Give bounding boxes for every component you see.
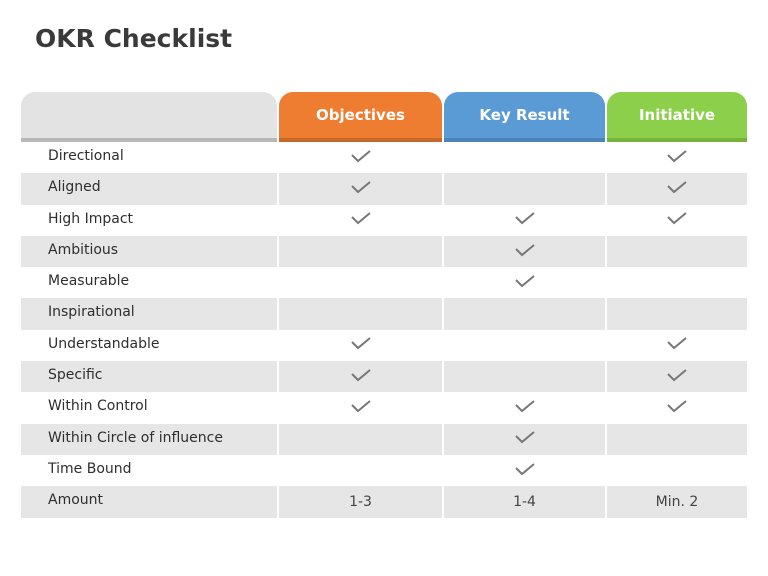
check-cell [444,173,607,205]
table-header: Objectives Key Result Initiative [21,92,747,142]
check-cell [279,454,444,487]
table-row: Aligned [21,173,747,205]
checkmark-icon [666,368,688,386]
row-label: Measurable [21,267,279,299]
table-row: Inspirational [21,298,747,330]
checkmark-icon [666,399,688,417]
row-label: Within Circle of influence [21,423,279,455]
header-initiative: Initiative [607,92,747,142]
check-cell [607,267,747,298]
checkmark-icon [350,368,372,386]
table-row: Within Circle of influence [21,423,747,455]
checkmark-icon [514,274,536,292]
check-cell [444,204,607,236]
check-cell [444,142,607,174]
check-cell [607,298,747,330]
check-cell [279,423,444,455]
checkmark-icon [350,180,372,198]
check-cell [444,329,607,362]
check-cell [607,173,747,205]
check-cell [444,392,607,424]
row-label: Ambitious [21,235,279,268]
check-cell [444,423,607,455]
check-cell [607,330,747,361]
checkmark-icon [514,430,536,448]
checkmark-icon [350,399,372,417]
check-cell [607,205,747,236]
amount-value: 1-3 [279,486,444,518]
row-label: Amount [21,486,279,518]
table-row: Within Control [21,392,747,424]
check-cell [279,173,444,205]
checkmark-icon [350,211,372,229]
row-label: Inspirational [21,298,279,330]
check-cell [279,235,444,268]
check-cell [279,204,444,236]
check-cell [607,423,747,455]
check-cell [444,454,607,487]
table-row: Specific [21,361,747,393]
checkmark-icon [666,149,688,167]
checkmark-icon [666,211,688,229]
check-cell [444,361,607,393]
check-cell [279,298,444,330]
checkmark-icon [514,462,536,480]
checkmark-icon [350,336,372,354]
table-row: Time Bound [21,454,747,487]
check-cell [279,267,444,299]
header-blank-cell [21,92,277,142]
checkmark-icon [666,336,688,354]
checkmark-icon [514,211,536,229]
check-cell [607,361,747,393]
table-row: Directional [21,142,747,174]
header-key-result: Key Result [444,92,605,142]
checkmark-icon [666,180,688,198]
row-label: Time Bound [21,454,279,487]
check-cell [279,361,444,393]
check-cell [279,142,444,174]
table-row: Measurable [21,267,747,299]
checkmark-icon [514,399,536,417]
check-cell [607,142,747,173]
row-label: Specific [21,361,279,393]
okr-checklist-table: Objectives Key Result Initiative Directi… [21,92,747,518]
checkmark-icon [514,243,536,261]
table-row: High Impact [21,204,747,236]
row-label: High Impact [21,204,279,236]
row-label: Within Control [21,392,279,424]
page-title: OKR Checklist [35,24,233,53]
table-row: Ambitious [21,235,747,268]
amount-row: Amount 1-3 1-4 Min. 2 [21,486,747,518]
check-cell [279,329,444,362]
check-cell [607,455,747,486]
amount-value: 1-4 [444,486,607,518]
row-label: Aligned [21,173,279,205]
check-cell [444,267,607,299]
check-cell [607,392,747,423]
row-label: Directional [21,142,279,174]
check-cell [444,298,607,330]
row-label: Understandable [21,329,279,362]
amount-value: Min. 2 [607,486,747,518]
check-cell [607,235,747,268]
check-cell [279,392,444,424]
table-row: Understandable [21,329,747,362]
checkmark-icon [350,149,372,167]
header-objectives: Objectives [279,92,442,142]
check-cell [444,235,607,268]
table-body: Directional Aligned High Impact Ambitious Me… [21,142,747,518]
